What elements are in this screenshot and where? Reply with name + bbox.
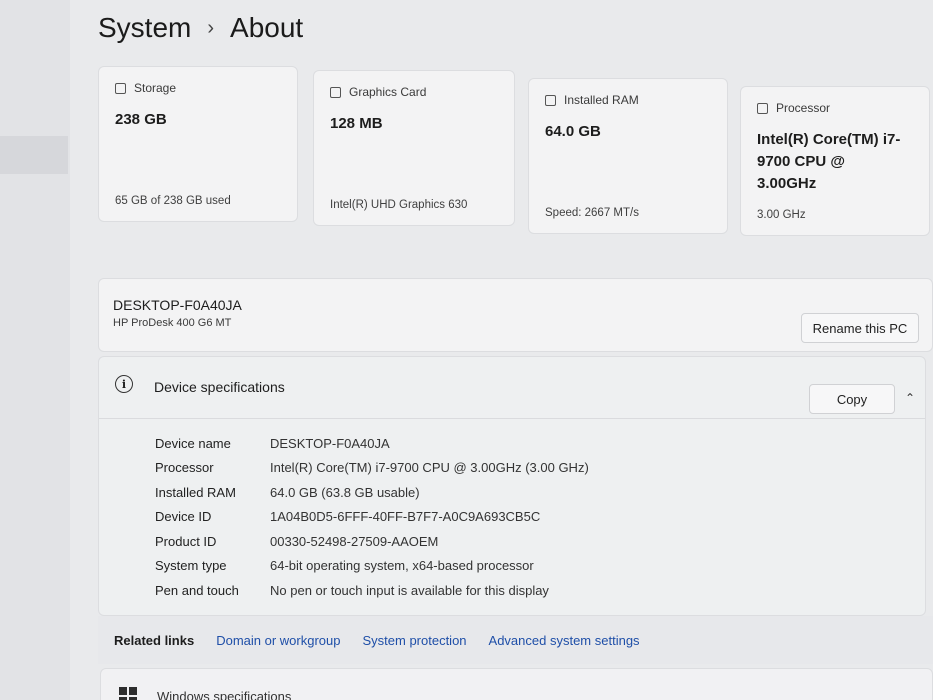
nav-selected-item[interactable] xyxy=(0,136,68,174)
spec-key: Device name xyxy=(155,435,231,451)
processor-card[interactable]: Processor Intel(R) Core(TM) i7-9700 CPU … xyxy=(740,86,930,236)
spec-value: Intel(R) Core(TM) i7-9700 CPU @ 3.00GHz … xyxy=(270,460,589,476)
card-value: 64.0 GB xyxy=(545,123,601,140)
processor-icon xyxy=(757,102,768,114)
related-links-bar: Related links Domain or workgroup System… xyxy=(98,616,933,664)
spec-value: 64.0 GB (63.8 GB usable) xyxy=(270,484,420,500)
spec-key: Installed RAM xyxy=(155,484,236,500)
spec-row: Pen and touch No pen or touch input is av… xyxy=(155,578,589,603)
domain-workgroup-link[interactable]: Domain or workgroup xyxy=(216,633,340,648)
card-value: Intel(R) Core(TM) i7-9700 CPU @ 3.00GHz xyxy=(757,131,901,192)
ram-icon xyxy=(545,94,556,106)
chevron-right-icon: › xyxy=(207,16,215,39)
spec-key: Product ID xyxy=(155,533,217,549)
spec-row: System type 64-bit operating system, x64-… xyxy=(155,554,589,579)
spec-key: Pen and touch xyxy=(155,582,239,598)
storage-card[interactable]: Storage 238 GB 65 GB of 238 GB used xyxy=(98,66,298,222)
device-name: DESKTOP-F0A40JA xyxy=(113,297,242,313)
graphics-card-icon xyxy=(330,86,341,98)
breadcrumb: System › About xyxy=(98,12,303,44)
card-label: Processor xyxy=(776,101,831,115)
card-label: Graphics Card xyxy=(349,85,427,99)
device-specifications-header[interactable]: i Device specifications Copy ⌃ xyxy=(99,357,925,419)
rename-pc-button[interactable]: Rename this PC xyxy=(801,313,919,343)
device-model: HP ProDesk 400 G6 MT xyxy=(113,317,232,329)
advanced-system-settings-link[interactable]: Advanced system settings xyxy=(489,633,640,648)
chevron-up-icon[interactable]: ⌃ xyxy=(905,391,915,405)
system-protection-link[interactable]: System protection xyxy=(362,633,466,648)
related-links-label: Related links xyxy=(114,632,195,648)
spec-key: Device ID xyxy=(155,509,212,525)
spec-row: Device name DESKTOP-F0A40JA xyxy=(155,431,589,456)
windows-specifications-panel[interactable]: Windows specifications xyxy=(100,668,933,700)
breadcrumb-system[interactable]: System xyxy=(98,12,191,44)
graphics-card-card[interactable]: Graphics Card 128 MB Intel(R) UHD Graphi… xyxy=(313,70,515,226)
spec-row: Processor Intel(R) Core(TM) i7-9700 CPU @… xyxy=(155,456,589,481)
spec-key: System type xyxy=(155,558,227,574)
device-name-panel: DESKTOP-F0A40JA HP ProDesk 400 G6 MT Ren… xyxy=(98,278,933,352)
spec-value: No pen or touch input is available for t… xyxy=(270,582,549,598)
spec-value: 64-bit operating system, x64-based proce… xyxy=(270,558,534,574)
card-value: 238 GB xyxy=(115,111,167,128)
storage-icon xyxy=(115,82,126,94)
spec-row: Installed RAM 64.0 GB (63.8 GB usable) xyxy=(155,480,589,505)
spec-rows: Device name DESKTOP-F0A40JA Processor Inte… xyxy=(155,431,589,603)
nav-pane xyxy=(0,0,70,700)
summary-cards: Storage 238 GB 65 GB of 238 GB used Grap… xyxy=(98,66,933,236)
specs-title: Device specifications xyxy=(154,379,285,395)
windows-logo-icon xyxy=(119,687,137,700)
card-label: Storage xyxy=(134,81,177,95)
card-sub: Intel(R) UHD Graphics 630 xyxy=(330,199,468,211)
device-specifications-panel: i Device specifications Copy ⌃ Device na… xyxy=(98,356,926,616)
ram-card[interactable]: Installed RAM 64.0 GB Speed: 2667 MT/s xyxy=(528,78,728,234)
spec-value: DESKTOP-F0A40JA xyxy=(270,435,390,451)
copy-button[interactable]: Copy xyxy=(809,384,895,414)
card-sub: 3.00 GHz xyxy=(757,209,806,221)
spec-value: 1A04B0D5-6FFF-40FF-B7F7-A0C9A693CB5C xyxy=(270,509,541,525)
card-sub: Speed: 2667 MT/s xyxy=(545,207,639,219)
page-title: About xyxy=(230,12,304,43)
card-label: Installed RAM xyxy=(564,93,639,107)
spec-row: Product ID 00330-52498-27509-AAOEM xyxy=(155,529,589,554)
card-sub: 65 GB of 238 GB used xyxy=(115,195,231,207)
spec-key: Processor xyxy=(155,460,214,476)
info-icon: i xyxy=(115,375,133,393)
windows-specifications-title: Windows specifications xyxy=(157,689,292,700)
spec-value: 00330-52498-27509-AAOEM xyxy=(270,533,439,549)
card-value: 128 MB xyxy=(330,115,383,132)
spec-row: Device ID 1A04B0D5-6FFF-40FF-B7F7-A0C9A69… xyxy=(155,505,589,530)
